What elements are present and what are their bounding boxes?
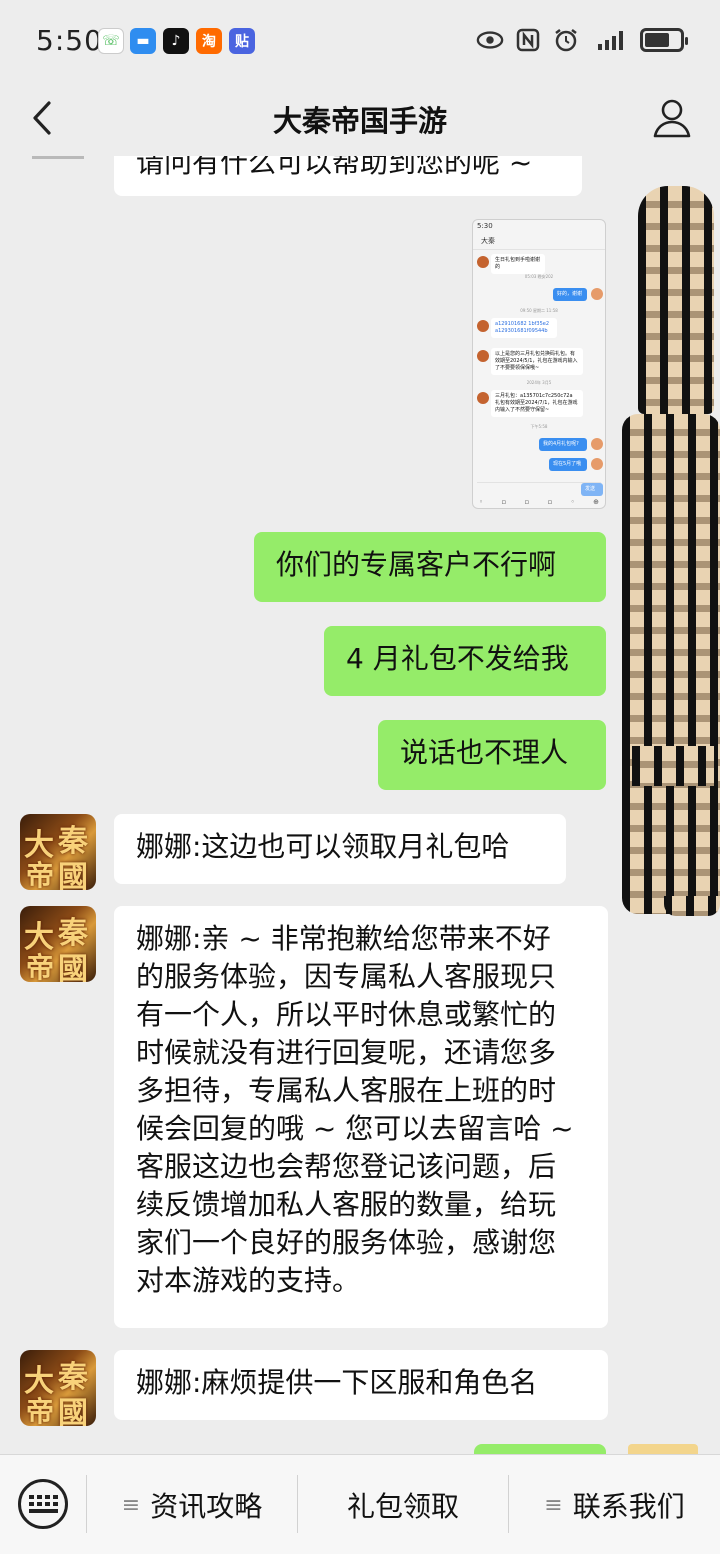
thumb-message: 三月礼包：a135701c7c250c72a 礼包有效期至2024/7/1，礼包…	[491, 390, 583, 417]
alarm-icon	[552, 26, 580, 54]
avatar-partial	[32, 156, 84, 159]
eye-icon	[476, 26, 504, 54]
message-bubble-sent[interactable]: 4 月礼包不发给我	[324, 626, 606, 696]
thumb-time: 05:03 晚安202	[524, 274, 554, 279]
menu-label: 礼包领取	[346, 1490, 459, 1523]
screenshot-image-message[interactable]: 5:30 大秦 生日礼包到手啦谢谢的 05:03 晚安202 好的，谢谢 09:…	[472, 219, 606, 509]
thumb-avatar	[477, 392, 489, 404]
keyboard-toggle-button[interactable]	[18, 1479, 68, 1529]
thumb-time: 下午5:58	[530, 424, 548, 429]
thumb-toolbar-icon: ◦	[570, 498, 575, 506]
message-line: 的服务体验，因专属私人客服现只	[136, 960, 557, 993]
thumb-avatar	[477, 256, 489, 268]
menu-list-icon: ≡	[544, 1492, 563, 1518]
signal-icon	[590, 26, 630, 54]
thumb-avatar	[591, 438, 603, 450]
message-bubble-sent-partial[interactable]	[474, 1444, 606, 1454]
message-line: 续反馈增加私人客服的数量，给玩	[136, 1188, 557, 1221]
message-bubble-sent[interactable]: 你们的专属客户不行啊	[254, 532, 606, 602]
avatar-char: 帝	[26, 859, 55, 890]
privacy-redaction	[632, 746, 714, 786]
tieba-app-icon: 贴	[229, 28, 255, 54]
message-text: 你们的专属客户不行啊	[276, 548, 557, 581]
thumb-avatar	[591, 288, 603, 300]
avatar-char: 國	[58, 952, 88, 982]
avatar-char: 國	[58, 1396, 88, 1426]
thumb-avatar	[477, 320, 489, 332]
bottom-menu-bar: ≡ 资讯攻略 礼包领取 ≡ 联系我们	[0, 1454, 720, 1554]
person-icon	[653, 99, 691, 138]
battery-icon	[640, 28, 688, 52]
thumb-toolbar-icon: ▫	[524, 498, 530, 506]
message-line: 对本游戏的支持。	[136, 1264, 361, 1297]
message-text: 4 月礼包不发给我	[346, 642, 569, 675]
thumb-message: 生日礼包到手啦谢谢的	[491, 254, 545, 274]
message-line: 家们一个良好的服务体验，感谢您	[136, 1226, 557, 1259]
thumb-send: 发送	[581, 483, 603, 496]
thumb-contact: 大秦	[473, 234, 605, 250]
chat-header: 大秦帝国手游	[0, 80, 720, 156]
thumb-toolbar: ◦ ▫ ▫ ▫ ◦ ⊕	[479, 498, 599, 506]
privacy-redaction	[664, 896, 720, 916]
page-title: 大秦帝国手游	[272, 104, 447, 138]
message-bubble-received[interactable]: 娜娜:这边也可以领取月礼包哈	[114, 814, 566, 884]
taobao-app-icon: 淘	[196, 28, 222, 54]
thumb-status: 5:30	[477, 222, 493, 230]
message-line: 多担待，专属私人客服在上班的时	[136, 1074, 557, 1107]
avatar-char: 國	[58, 860, 88, 890]
thumb-toolbar-icon: ⊕	[593, 498, 599, 506]
message-app-icon: ▬	[130, 28, 156, 54]
thumb-message: a129101682 1bf35e2 a129301681f09544b	[491, 318, 557, 338]
sender-avatar-partial	[628, 1444, 698, 1454]
thumb-avatar	[477, 350, 489, 362]
thumb-time: 2024年 3月5	[526, 380, 552, 385]
menu-label: 联系我们	[572, 1490, 685, 1523]
thumb-message: 现在5月了哦	[549, 458, 587, 471]
service-avatar[interactable]: 大 秦 帝 國	[20, 1350, 96, 1426]
nfc-icon	[514, 26, 542, 54]
message-bubble-received[interactable]: 娜娜:亲 ~ 非常抱歉给您带来不好 的服务体验，因专属私人客服现只 有一个人，所…	[114, 906, 608, 1328]
menu-label: 资讯攻略	[150, 1490, 263, 1523]
menu-news-guides[interactable]: ≡ 资讯攻略	[87, 1455, 297, 1554]
menu-contact-us[interactable]: ≡ 联系我们	[509, 1455, 720, 1554]
profile-button[interactable]	[650, 96, 694, 140]
thumb-toolbar-icon: ▫	[547, 498, 553, 506]
message-line: 候会回复的哦 ~ 您可以去留言哈 ~	[136, 1112, 574, 1145]
thumb-message: 我的4月礼包呢?	[539, 438, 587, 451]
status-bar: 5:50 ☏ ▬ ♪ 淘 贴	[0, 0, 720, 80]
message-text: 娜娜:麻烦提供一下区服和角色名	[136, 1366, 538, 1399]
message-line: 时候就没有进行回复呢，还请您多	[136, 1036, 557, 1069]
message-line: 有一个人，所以平时休息或繁忙的	[136, 998, 557, 1031]
thumb-toolbar-icon: ▫	[501, 498, 507, 506]
privacy-redaction	[638, 186, 714, 414]
status-time: 5:50	[36, 24, 103, 57]
thumb-time: 09:50 星期二 11:58	[520, 308, 558, 313]
message-bubble-sent[interactable]: 说话也不理人	[378, 720, 606, 790]
keyboard-icon	[28, 1495, 58, 1513]
message-text: 说话也不理人	[400, 736, 569, 769]
thumb-toolbar-icon: ◦	[479, 498, 484, 506]
message-text: 请问有什么可以帮助到您的呢 ~	[136, 156, 533, 179]
message-bubble-partial[interactable]: 请问有什么可以帮助到您的呢 ~	[114, 156, 582, 196]
thumb-message: 好的，谢谢	[553, 288, 587, 301]
service-avatar[interactable]: 大 秦 帝 國	[20, 814, 96, 890]
avatar-char: 帝	[26, 951, 55, 982]
tiktok-app-icon: ♪	[163, 28, 189, 54]
menu-list-icon: ≡	[121, 1492, 141, 1518]
chat-area[interactable]: 请问有什么可以帮助到您的呢 ~ 5:30 大秦 生日礼包到手啦谢谢的 05:03…	[0, 156, 720, 1454]
menu-gift-claim[interactable]: 礼包领取	[298, 1455, 508, 1554]
message-text: 娜娜:这边也可以领取月礼包哈	[136, 830, 510, 863]
thumb-avatar	[591, 458, 603, 470]
message-bubble-received[interactable]: 娜娜:麻烦提供一下区服和角色名	[114, 1350, 608, 1420]
message-line: 娜娜:亲 ~ 非常抱歉给您带来不好	[136, 922, 551, 955]
avatar-char: 帝	[26, 1395, 55, 1426]
service-avatar[interactable]: 大 秦 帝 國	[20, 906, 96, 982]
privacy-redaction	[622, 414, 720, 914]
message-line: 客服这边也会帮您登记该问题，后	[136, 1150, 557, 1183]
thumb-message: 以上是您的三月礼包兑换码礼包。有效期至2024/5/1，礼包在游戏内输入了不要要…	[491, 348, 583, 375]
phone-app-icon: ☏	[98, 28, 124, 54]
